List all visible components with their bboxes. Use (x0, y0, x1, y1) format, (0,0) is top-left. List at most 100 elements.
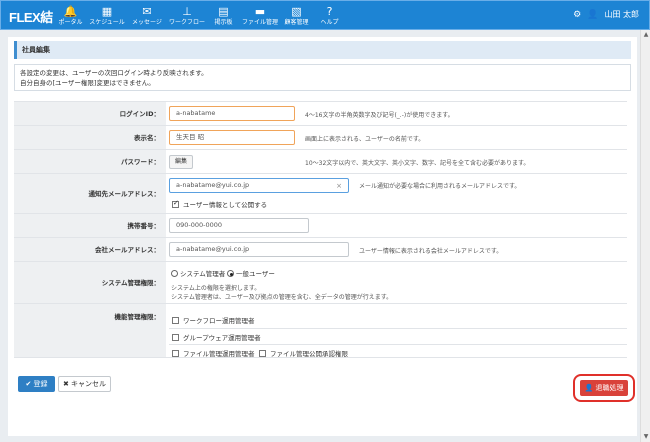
row-system-role: システム管理権限： システム管理者 一般ユーザー システム上の権限を選択します。… (14, 262, 627, 304)
row-function-role: 機能管理権限： ワークフロー運用管理者 グループウェア運用管理者 ファイル管理運… (14, 304, 627, 358)
nav-label: ヘルプ (320, 19, 339, 26)
nav-label: ポータル (58, 19, 83, 26)
function-role-checkbox[interactable] (172, 317, 179, 324)
display-name-hint: 画面上に表示される、ユーザーの名前です。 (305, 136, 425, 143)
function-role-label: グループウェア運用管理者 (183, 334, 261, 342)
label-system-role: システム管理権限： (14, 262, 166, 303)
system-role-desc: システム管理者は、ユーザー及び拠点の管理を含む、全データの管理が行えます。 (171, 294, 393, 301)
folder-icon: ▬ (254, 5, 266, 18)
label-login-id: ログインID： (14, 102, 166, 125)
user-area: ⚙ 👤 山田 太郎 (573, 9, 639, 20)
cancel-button[interactable]: ✖ キャンセル (58, 376, 111, 392)
gear-icon[interactable]: ⚙ (573, 10, 581, 20)
public-checkbox-label: ユーザー情報として公開する (183, 201, 268, 209)
notice-line: 自分自身の[ユーザー権限]変更はできません。 (20, 79, 155, 87)
app-logo[interactable]: FLEX結 (9, 7, 53, 26)
vertical-scrollbar[interactable]: ▲ ▼ (640, 30, 650, 442)
function-role-checkbox[interactable] (172, 334, 179, 341)
page-title: 社員編集 (14, 41, 631, 59)
function-role-option[interactable]: ワークフロー運用管理者 (172, 315, 255, 325)
function-role-checkbox[interactable] (172, 350, 179, 357)
nav-file-management[interactable]: ▬ ファイル管理 (240, 1, 280, 31)
public-checkbox-row[interactable]: ユーザー情報として公開する (172, 199, 267, 209)
scroll-down-icon[interactable]: ▼ (642, 432, 650, 442)
radio-admin-label: システム管理者 (180, 270, 226, 278)
password-edit-button[interactable]: 編集 (169, 155, 194, 169)
nav-portal[interactable]: 🔔 ポータル (54, 1, 87, 31)
customer-icon: ▧ (291, 5, 302, 18)
function-role-label: ファイル管理運用管理者 (183, 350, 255, 358)
nav-board[interactable]: ▤ 掲示板 (207, 1, 240, 31)
row-company-email: 会社メールアドレス： a-nabatame@yui.co.jp ユーザー情報に表… (14, 238, 627, 262)
help-icon: ? (326, 5, 333, 18)
company-email-input[interactable]: a-nabatame@yui.co.jp (169, 242, 349, 257)
nav-label: スケジュール (89, 19, 125, 26)
radio-admin-option[interactable]: システム管理者 (171, 268, 225, 278)
retire-label: 退職処理 (595, 384, 624, 392)
login-id-input[interactable]: a-nabatame (169, 106, 295, 121)
cancel-label: キャンセル (71, 380, 107, 388)
row-mobile: 携帯番号： 090-000-0000 (14, 214, 627, 238)
form-footer: ✔ 登録 ✖ キャンセル 👤 退職処理 (14, 373, 635, 403)
check-icon: ✔ (25, 380, 34, 388)
label-password: パスワード： (14, 150, 166, 173)
label-display-name: 表示名： (14, 126, 166, 149)
calendar-icon: ▦ (101, 5, 113, 18)
function-role-option[interactable]: ファイル管理公開承認権限 (259, 348, 348, 358)
register-button[interactable]: ✔ 登録 (18, 376, 55, 392)
employee-form: ログインID： a-nabatame 4～16文字の半角英数字及び記号(_.-)… (14, 101, 627, 358)
function-role-option[interactable]: ファイル管理運用管理者 (172, 348, 255, 358)
retire-button[interactable]: 👤 退職処理 (580, 380, 628, 396)
user-name[interactable]: 山田 太郎 (604, 9, 639, 20)
top-navigation-bar: FLEX結 🔔 ポータル ▦ スケジュール ✉ メッセージ ⊥ ワークフロー ▤… (0, 0, 650, 30)
row-login-id: ログインID： a-nabatame 4～16文字の半角英数字及び記号(_.-)… (14, 102, 627, 126)
system-role-desc: システム上の権限を選択します。 (171, 285, 261, 292)
board-icon: ▤ (218, 5, 229, 18)
label-company-email: 会社メールアドレス： (14, 238, 166, 261)
nav-schedule[interactable]: ▦ スケジュール (87, 1, 127, 31)
row-display-name: 表示名： 生天目 昭 画面上に表示される、ユーザーの名前です。 (14, 126, 627, 150)
nav-label: 掲示板 (214, 19, 233, 26)
notify-email-value: a-nabatame@yui.co.jp (176, 181, 250, 189)
company-email-hint: ユーザー情報に表示される会社メールアドレスです。 (359, 248, 503, 255)
bell-icon: 🔔 (63, 5, 78, 18)
scroll-up-icon[interactable]: ▲ (642, 30, 650, 40)
radio-user-label: 一般ユーザー (236, 270, 275, 278)
divider (169, 328, 627, 329)
main-nav: 🔔 ポータル ▦ スケジュール ✉ メッセージ ⊥ ワークフロー ▤ 掲示板 ▬… (54, 1, 346, 31)
label-function-role: 機能管理権限： (14, 304, 166, 357)
mobile-input[interactable]: 090-000-0000 (169, 218, 309, 233)
divider (169, 344, 627, 345)
function-role-option[interactable]: グループウェア運用管理者 (172, 332, 261, 342)
function-role-checkbox[interactable] (259, 350, 266, 357)
nav-help[interactable]: ? ヘルプ (313, 1, 346, 31)
radio-user-option[interactable]: 一般ユーザー (227, 268, 275, 278)
notice-box: 各設定の変更は、ユーザーの次回ログイン時より反映されます。 自分自身の[ユーザー… (14, 64, 631, 91)
public-checkbox[interactable] (172, 199, 179, 208)
clear-icon[interactable]: × (336, 180, 342, 193)
nav-workflow[interactable]: ⊥ ワークフロー (167, 1, 207, 31)
display-name-input[interactable]: 生天目 昭 (169, 130, 295, 145)
nav-label: ワークフロー (168, 19, 205, 26)
password-hint: 10～32文字以内で、英大文字、英小文字、数字、記号を全て含む必要があります。 (305, 160, 530, 167)
login-id-hint: 4～16文字の半角英数字及び記号(_.-)が使用できます。 (305, 112, 454, 119)
label-mobile: 携帯番号： (14, 214, 166, 237)
nav-label: 顧客管理 (284, 19, 309, 26)
user-icon[interactable]: 👤 (587, 10, 598, 20)
highlight-ring: 👤 退職処理 (573, 374, 635, 402)
register-label: 登録 (33, 380, 48, 388)
close-icon: ✖ (62, 380, 72, 388)
function-role-label: ファイル管理公開承認権限 (270, 350, 348, 358)
nav-message[interactable]: ✉ メッセージ (127, 1, 167, 31)
nav-label: ファイル管理 (241, 19, 278, 26)
label-notify-email: 通知先メールアドレス： (14, 174, 166, 213)
notify-email-input[interactable]: a-nabatame@yui.co.jp × (169, 178, 349, 193)
nav-label: メッセージ (132, 19, 162, 26)
radio-user[interactable] (227, 270, 234, 277)
notify-email-hint: メール通知が必要な場合に利用されるメールアドレスです。 (359, 183, 521, 190)
radio-admin[interactable] (171, 270, 178, 277)
user-remove-icon: 👤 (584, 384, 596, 392)
nav-customer[interactable]: ▧ 顧客管理 (280, 1, 313, 31)
main-content: 社員編集 各設定の変更は、ユーザーの次回ログイン時より反映されます。 自分自身の… (8, 37, 637, 436)
function-role-label: ワークフロー運用管理者 (183, 317, 255, 325)
